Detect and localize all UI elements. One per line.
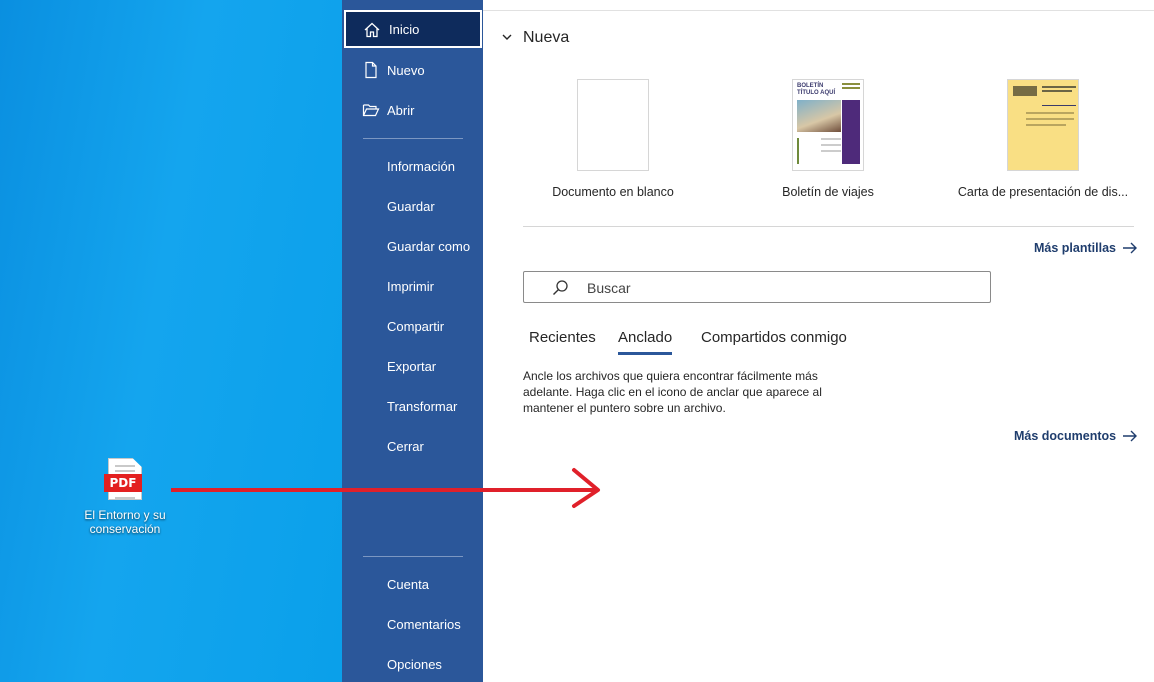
backstage-nav: Inicio Nuevo Abrir Información Guardar G… (342, 0, 483, 682)
backstage-main: Nueva Documento en blanco BOLETÍN TÍTULO… (483, 0, 1154, 682)
nav-item-label: Exportar (387, 358, 437, 374)
template-label: Carta de presentación de dis... (957, 185, 1129, 199)
nav-item-opciones[interactable]: Opciones (344, 645, 482, 682)
top-divider (483, 10, 1154, 11)
nav-item-label: Abrir (387, 102, 415, 118)
nav-item-guardar[interactable]: Guardar (344, 187, 482, 225)
nav-item-label: Transformar (387, 398, 458, 414)
more-templates-label: Más plantillas (1034, 241, 1116, 255)
nav-divider (363, 138, 463, 139)
pinned-hint: Ancle los archivos que quiera encontrar … (523, 369, 822, 415)
nav-item-nuevo[interactable]: Nuevo (344, 51, 482, 89)
nav-item-label: Opciones (387, 656, 442, 672)
nav-item-label: Guardar (387, 198, 435, 214)
template-travel-newsletter[interactable]: BOLETÍN TÍTULO AQUÍ Boletín de viajes (728, 79, 928, 199)
pdf-badge: PDF (104, 474, 142, 492)
arrow-right-icon (1122, 242, 1137, 254)
nav-item-informacion[interactable]: Información (344, 147, 482, 185)
nav-item-label: Comentarios (387, 616, 461, 632)
nav-item-label: Cuenta (387, 576, 429, 592)
template-thumbnail (577, 79, 649, 171)
template-blank-document[interactable]: Documento en blanco (513, 79, 713, 199)
search-input[interactable]: Buscar (523, 271, 991, 303)
nav-item-label: Imprimir (387, 278, 434, 294)
nav-item-abrir[interactable]: Abrir (344, 91, 482, 129)
file-label: El Entorno y su conservación (84, 508, 166, 536)
nav-item-exportar[interactable]: Exportar (344, 347, 482, 385)
search-placeholder: Buscar (587, 280, 631, 296)
templates-divider (523, 226, 1134, 227)
more-templates-link[interactable]: Más plantillas (1034, 241, 1138, 255)
section-title: Nueva (523, 29, 570, 46)
chevron-down-icon[interactable] (502, 32, 512, 42)
folder-open-icon (362, 104, 380, 117)
nav-item-label: Compartir (387, 318, 445, 334)
nav-item-imprimir[interactable]: Imprimir (344, 267, 482, 305)
nav-item-cerrar[interactable]: Cerrar (344, 427, 482, 465)
nav-item-transformar[interactable]: Transformar (344, 387, 482, 425)
new-document-icon (365, 61, 377, 79)
template-thumbnail (1007, 79, 1079, 171)
tab-compartidos-conmigo[interactable]: Compartidos conmigo (701, 329, 847, 352)
nav-item-label: Información (387, 158, 455, 174)
template-label: Boletín de viajes (782, 185, 874, 199)
tab-recientes[interactable]: Recientes (529, 329, 596, 352)
thumb-subtitle: TÍTULO AQUÍ (797, 90, 836, 96)
tab-anclado[interactable]: Anclado (618, 329, 673, 355)
more-documents-label: Más documentos (1014, 429, 1117, 443)
nav-divider (363, 556, 463, 557)
pdf-file-desktop-icon[interactable]: PDF El Entorno y su conservación (80, 458, 170, 536)
thumb-title: BOLETÍN (797, 83, 824, 89)
nav-item-label: Guardar como (387, 238, 471, 254)
nav-item-comentarios[interactable]: Comentarios (344, 605, 482, 643)
nav-item-guardar-como[interactable]: Guardar como (344, 227, 482, 265)
nav-item-label: Cerrar (387, 438, 424, 454)
nav-item-label: Nuevo (387, 62, 425, 78)
template-cover-letter[interactable]: Carta de presentación de dis... (943, 79, 1143, 199)
template-thumbnail: BOLETÍN TÍTULO AQUÍ (792, 79, 864, 171)
template-label: Documento en blanco (552, 185, 674, 199)
nav-item-compartir[interactable]: Compartir (344, 307, 482, 345)
nav-item-label: Inicio (389, 21, 420, 37)
nav-item-inicio[interactable]: Inicio (344, 10, 482, 48)
home-icon (364, 22, 380, 38)
desktop: PDF El Entorno y su conservación (0, 0, 342, 682)
more-documents-link[interactable]: Más documentos (1014, 429, 1138, 443)
search-icon (553, 280, 568, 295)
nav-item-cuenta[interactable]: Cuenta (344, 565, 482, 603)
arrow-right-icon (1123, 430, 1138, 442)
